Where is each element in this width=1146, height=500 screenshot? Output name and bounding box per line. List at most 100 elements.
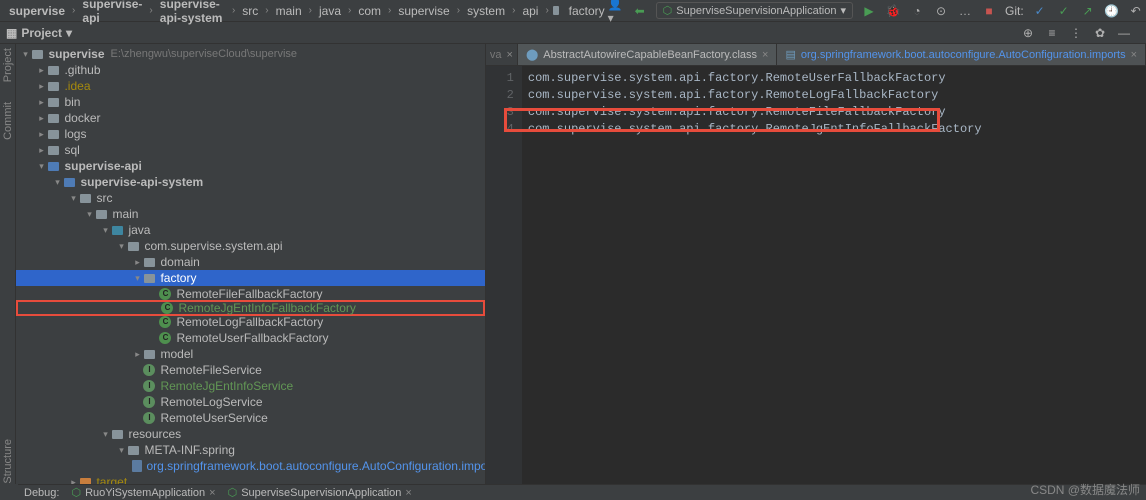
expand-all-icon[interactable]: ≡ (1044, 25, 1060, 41)
select-opened-file-icon[interactable]: ⊕ (1020, 25, 1036, 41)
commit-tab[interactable]: Commit (2, 102, 14, 140)
tree-node-github[interactable]: ▸.github (16, 62, 484, 78)
tree-root[interactable]: ▾ supervise E:\zhengwu\superviseCloud\su… (16, 46, 484, 62)
editor-tab-ext[interactable]: va× (486, 44, 518, 65)
bc-api[interactable]: api (519, 3, 541, 19)
class-icon: C (159, 316, 171, 328)
git-label: Git: (1005, 4, 1024, 18)
line-number: 3 (486, 104, 514, 121)
tree-node-rls[interactable]: IRemoteLogService (16, 394, 484, 410)
tree-node-resources[interactable]: ▾resources (16, 426, 484, 442)
close-icon[interactable]: × (1131, 49, 1137, 61)
debug-button[interactable]: 🐞 (885, 3, 901, 19)
tree-node-supervise-api-system[interactable]: ▾supervise-api-system (16, 174, 484, 190)
tree-node-meta[interactable]: ▾META-INF.spring (16, 442, 484, 458)
minimize-icon[interactable]: — (1116, 25, 1132, 41)
tree-node-rfs[interactable]: IRemoteFileService (16, 362, 484, 378)
folder-icon (96, 210, 107, 219)
tree-node-domain[interactable]: ▸domain (16, 254, 484, 270)
interface-icon: I (143, 396, 155, 408)
line-number: 2 (486, 87, 514, 104)
tree-node-package[interactable]: ▾com.supervise.system.api (16, 238, 484, 254)
tree-node-autoconf[interactable]: org.springframework.boot.autoconfigure.A… (16, 458, 484, 474)
project-tree[interactable]: ▾ supervise E:\zhengwu\superviseCloud\su… (16, 44, 485, 484)
coverage-button[interactable]: ◔ (909, 3, 925, 19)
bc-factory[interactable]: factory (566, 3, 608, 19)
debug-tab-1[interactable]: ⬡RuoYiSystemApplication× (71, 486, 215, 499)
close-icon[interactable]: × (405, 487, 411, 499)
module-icon (64, 178, 75, 187)
bc-supervise[interactable]: supervise (6, 3, 68, 19)
close-icon[interactable]: × (209, 487, 215, 499)
bc-com[interactable]: com (355, 3, 384, 19)
tree-node-java[interactable]: ▾java (16, 222, 484, 238)
debug-tab-2[interactable]: ⬡SuperviseSupervisionApplication× (228, 486, 412, 499)
tree-node-rjs[interactable]: IRemoteJgEntInfoService (16, 378, 484, 394)
bc-supervise-api[interactable]: supervise-api (79, 0, 145, 26)
run-config-selector[interactable]: ⬡ SuperviseSupervisionApplication ▾ (656, 2, 853, 19)
tree-node-model[interactable]: ▸model (16, 346, 484, 362)
tree-node-rlff[interactable]: CRemoteLogFallbackFactory (16, 314, 484, 330)
folder-icon (48, 66, 59, 75)
hammer-icon[interactable]: ⬅ (632, 3, 648, 19)
more-run-icon[interactable]: … (957, 3, 973, 19)
project-tool-label[interactable]: ▦ Project ▾ (6, 26, 72, 40)
panel-settings-icon[interactable]: ✿ (1092, 25, 1108, 41)
folder-icon (48, 82, 59, 91)
bc-java[interactable]: java (316, 3, 344, 19)
line-number: 1 (486, 70, 514, 87)
tree-node-factory[interactable]: ▾factory (16, 270, 484, 286)
tree-node-rjef[interactable]: CRemoteJgEntInfoFallbackFactory (16, 300, 484, 316)
stop-button[interactable]: ■ (981, 3, 997, 19)
push-icon[interactable]: ↗ (1080, 3, 1096, 19)
run-button[interactable]: ▶ (861, 3, 877, 19)
close-icon[interactable]: × (507, 49, 513, 61)
profile-button[interactable]: ⊙ (933, 3, 949, 19)
collapse-all-icon[interactable]: ⋮ (1068, 25, 1084, 41)
editor-area: va× ⬤AbstractAutowireCapableBeanFactory.… (486, 44, 1146, 484)
bc-src[interactable]: src (239, 3, 261, 19)
package-icon (144, 350, 155, 359)
tree-node-src[interactable]: ▾src (16, 190, 484, 206)
project-tab[interactable]: Project (2, 48, 14, 82)
class-icon: C (159, 332, 171, 344)
editor-tab-2[interactable]: ▤org.springframework.boot.autoconfigure.… (777, 44, 1146, 65)
tree-node-idea[interactable]: ▸.idea (16, 78, 484, 94)
line-gutter: 1 2 3 4 (486, 66, 522, 484)
code-content[interactable]: com.supervise.system.api.factory.RemoteU… (522, 66, 1146, 484)
tree-node-docker[interactable]: ▸docker (16, 110, 484, 126)
tree-node-sql[interactable]: ▸sql (16, 142, 484, 158)
tree-node-supervise-api[interactable]: ▾supervise-api (16, 158, 484, 174)
left-tool-strip: Project Commit Structure (0, 44, 16, 484)
editor-tab-1[interactable]: ⬤AbstractAutowireCapableBeanFactory.clas… (518, 44, 778, 65)
bc-supervise2[interactable]: supervise (395, 3, 452, 19)
tree-node-main[interactable]: ▾main (16, 206, 484, 222)
history-icon[interactable]: 🕘 (1104, 3, 1120, 19)
rollback-icon[interactable]: ↶ (1128, 3, 1144, 19)
source-folder-icon (112, 226, 123, 235)
bc-system[interactable]: system (464, 3, 508, 19)
spring-icon: ⬡ (71, 486, 81, 499)
tree-node-target[interactable]: ▸target (16, 474, 484, 484)
user-icon[interactable]: 👤▾ (608, 3, 624, 19)
chevron-down-icon: ▾ (840, 4, 846, 17)
folder-icon (553, 6, 559, 15)
bc-supervise-api-system[interactable]: supervise-api-system (157, 0, 228, 26)
package-icon (144, 258, 155, 267)
commit-icon[interactable]: ✓ (1056, 3, 1072, 19)
structure-tab[interactable]: Structure (2, 439, 14, 484)
tree-node-rus[interactable]: IRemoteUserService (16, 410, 484, 426)
folder-icon (48, 130, 59, 139)
module-icon (32, 50, 43, 59)
file-icon (132, 460, 142, 472)
editor-body[interactable]: 1 2 3 4 com.supervise.system.api.factory… (486, 66, 1146, 484)
close-icon[interactable]: × (762, 49, 768, 61)
update-project-icon[interactable]: ✓ (1032, 3, 1048, 19)
tree-node-bin[interactable]: ▸bin (16, 94, 484, 110)
toolbar: 👤▾ ⬅ ⬡ SuperviseSupervisionApplication ▾… (608, 2, 1146, 19)
tree-node-ruff[interactable]: CRemoteUserFallbackFactory (16, 330, 484, 346)
class-icon: ⬤ (526, 48, 538, 61)
interface-icon: I (143, 380, 155, 392)
tree-node-logs[interactable]: ▸logs (16, 126, 484, 142)
bc-main[interactable]: main (273, 3, 305, 19)
